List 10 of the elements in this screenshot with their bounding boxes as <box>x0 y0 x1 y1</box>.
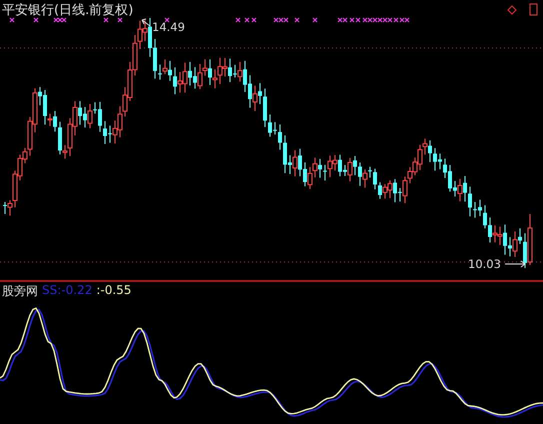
square-icon[interactable] <box>530 4 538 16</box>
diamond-icon[interactable] <box>507 5 517 15</box>
arrow-icon <box>504 260 526 268</box>
indicator-value: :-0.55 <box>96 283 132 299</box>
arrow-icon <box>142 18 150 26</box>
indicator-value: SS:-0.22 <box>42 283 92 299</box>
chart-title: 平安银行(日线.前复权) <box>2 2 134 19</box>
high-price-label: 14.49 <box>152 20 185 34</box>
low-price-label: 10.03 <box>468 257 501 271</box>
indicator-name: 股旁网 <box>2 283 38 300</box>
